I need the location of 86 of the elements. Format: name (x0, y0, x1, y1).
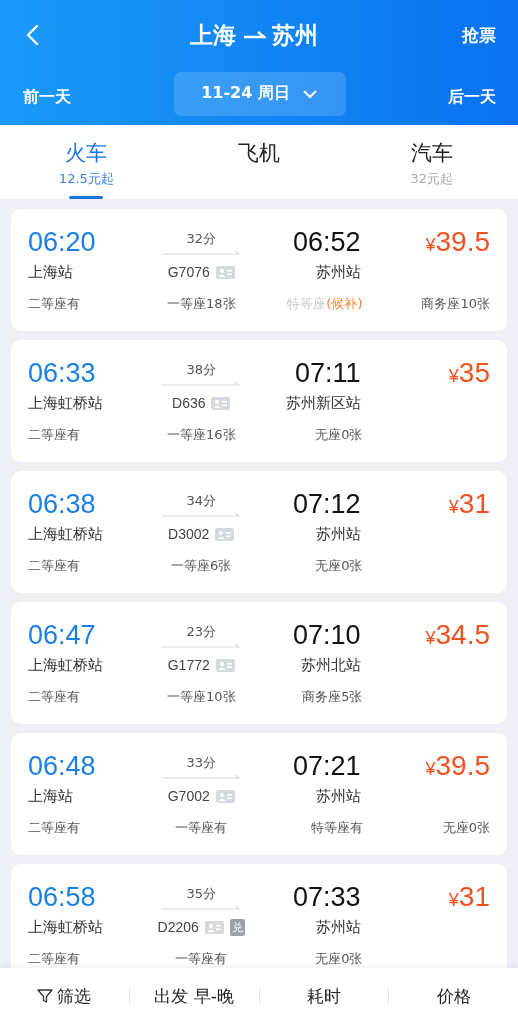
arrival-station: 苏州北站 (299, 655, 362, 675)
seat-availability: 一等座有 (174, 819, 229, 837)
departure-time: 06:33 (28, 357, 97, 389)
seat-availability: 二等座有 (28, 426, 81, 444)
id-card-icon (215, 789, 235, 803)
destination-city: 苏州 (272, 20, 318, 50)
seat-availability: 一等座6张 (170, 557, 233, 575)
chevron-down-icon (301, 88, 318, 99)
filter-icon (37, 988, 54, 1004)
seat-availability: 二等座有 (28, 557, 81, 575)
grab-ticket-link[interactable]: 抢票 (462, 23, 496, 47)
duration: 34分 (186, 491, 216, 510)
seat-availability: 二等座有 (28, 950, 81, 968)
next-day-link[interactable]: 后一天 (448, 87, 496, 108)
seat-availability: 商务座5张 (301, 688, 364, 706)
departure-station: 上海虹桥站 (28, 655, 104, 675)
sort-button[interactable]: 价格 (389, 968, 518, 1024)
train-number: D2206 (157, 919, 199, 935)
train-number: D636 (172, 395, 206, 411)
arrival-station: 苏州站 (314, 262, 362, 282)
departure-station: 上海站 (28, 262, 74, 282)
ticket-price: ¥31 (447, 488, 490, 520)
departure-time: 06:20 (28, 226, 97, 258)
duration: 33分 (186, 753, 216, 772)
train-card[interactable]: 06:38 34分 07:12 ¥31 上海虹桥站 D3002 苏州站 二等座有 一等座6张 无座0张 (11, 471, 507, 593)
seat-availability: 无座0张 (314, 426, 364, 444)
seat-availability: 二等座有 (28, 688, 81, 706)
departure-time: 06:58 (28, 881, 97, 913)
filter-button[interactable]: 筛选 (0, 968, 129, 1024)
ticket-price: ¥34.5 (424, 619, 490, 651)
seat-availability: 二等座有 (28, 295, 81, 313)
id-card-icon (215, 527, 235, 541)
departure-station: 上海虹桥站 (28, 917, 104, 937)
ticket-price: ¥39.5 (424, 226, 490, 258)
arrival-time: 06:52 (291, 226, 362, 258)
duration: 23分 (186, 622, 216, 641)
arrival-time: 07:21 (291, 750, 362, 782)
ticket-price: ¥39.5 (424, 750, 490, 782)
departure-station: 上海虹桥站 (28, 393, 104, 413)
seat-availability: 特等座有 (309, 819, 364, 837)
ticket-price: ¥31 (447, 881, 490, 913)
id-card-icon (215, 265, 235, 279)
departure-station: 上海虹桥站 (28, 524, 104, 544)
seat-availability: 无座0张 (441, 819, 490, 837)
seat-availability: 无座0张 (314, 557, 364, 575)
transport-tab[interactable]: 汽车 32元起 (345, 125, 518, 199)
arrival-station: 苏州站 (314, 917, 362, 937)
departure-time: 06:48 (28, 750, 97, 782)
seat-availability: 一等座有 (174, 950, 229, 968)
train-card[interactable]: 06:48 33分 07:21 ¥39.5 上海站 G7002 苏州站 二等座有 一等座有 特等座有 无座0张 (11, 733, 507, 855)
id-card-icon (215, 658, 235, 672)
origin-city: 上海 (190, 20, 236, 50)
duration: 32分 (186, 229, 216, 248)
train-card[interactable]: 06:47 23分 07:10 ¥34.5 上海虹桥站 G1772 苏州北站 二等座有 一等座10张 商务座5张 (11, 602, 507, 724)
train-number: G7076 (167, 264, 210, 280)
train-card[interactable]: 06:33 38分 07:11 ¥35 上海虹桥站 D636 苏州新区站 二等座有 一等座16张 无座0张 (11, 340, 507, 462)
train-card[interactable]: 06:58 35分 07:33 ¥31 上海虹桥站 D2206 兑 苏州站 二等座有 一等座有 无座0张 (11, 864, 507, 968)
arrival-station: 苏州站 (314, 524, 362, 544)
id-card-icon (211, 396, 231, 410)
arrival-time: 07:11 (293, 357, 362, 389)
duration: 38分 (186, 360, 216, 379)
departure-time: 06:47 (28, 619, 97, 651)
id-card-icon (204, 920, 224, 934)
transport-tab[interactable]: 飞机 (172, 125, 346, 199)
arrival-time: 07:12 (291, 488, 362, 520)
sort-button[interactable]: 出发 早-晚 (129, 968, 259, 1024)
arrival-station: 苏州新区站 (284, 393, 362, 413)
train-number: G1772 (167, 657, 210, 673)
arrival-time: 07:33 (291, 881, 362, 913)
duration: 35分 (186, 884, 216, 903)
seat-availability: 无座0张 (314, 950, 364, 968)
departure-time: 06:38 (28, 488, 97, 520)
sort-button[interactable]: 耗时 (259, 968, 389, 1024)
arrival-station: 苏州站 (314, 786, 362, 806)
arrival-time: 07:10 (291, 619, 362, 651)
seat-availability: 一等座18张 (165, 295, 237, 313)
seat-availability: 二等座有 (28, 819, 81, 837)
transport-tab[interactable]: 火车 12.5元起 (0, 125, 173, 199)
train-number: G7002 (167, 788, 210, 804)
seat-availability: 商务座10张 (420, 295, 490, 313)
seat-availability: 一等座16张 (165, 426, 237, 444)
departure-station: 上海站 (28, 786, 74, 806)
ticket-price: ¥35 (447, 357, 490, 389)
train-number: D3002 (168, 526, 210, 542)
exchange-tag: 兑 (229, 918, 245, 936)
seat-availability: 一等座10张 (165, 688, 237, 706)
